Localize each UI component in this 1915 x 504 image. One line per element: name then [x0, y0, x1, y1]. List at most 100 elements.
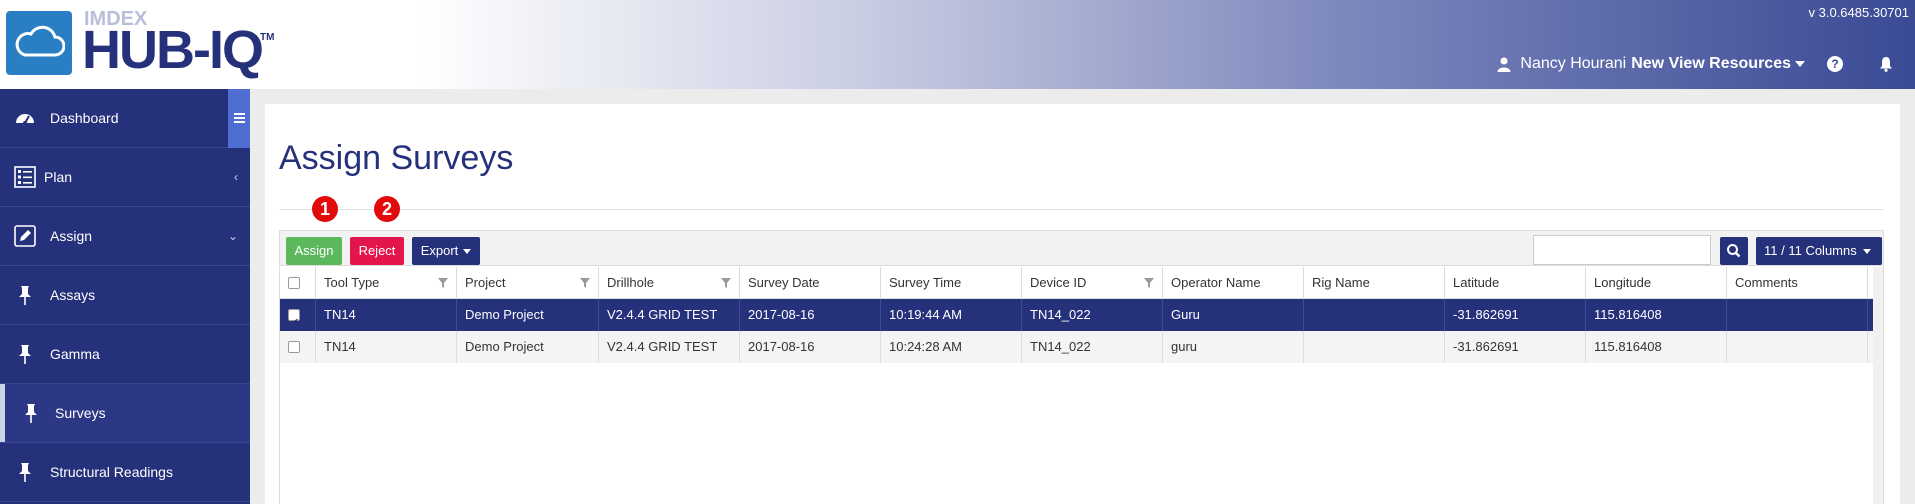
cell-survey-date: 2017-08-16 — [740, 299, 881, 331]
cell-drillhole: V2.4.4 GRID TEST — [599, 299, 740, 331]
pin-icon — [19, 463, 31, 482]
user-name[interactable]: Nancy Hourani — [1520, 55, 1626, 73]
chevron-left-icon: ‹ — [234, 170, 238, 184]
organization-dropdown[interactable]: New View Resources — [1631, 55, 1791, 73]
cell-operator-name: Guru — [1163, 299, 1304, 331]
sidebar-item-gamma[interactable]: Gamma — [0, 325, 250, 384]
export-dropdown-button[interactable]: Export — [412, 237, 480, 265]
column-header-tool-type[interactable]: Tool Type — [316, 267, 457, 298]
bell-icon[interactable] — [1879, 56, 1893, 72]
chevron-down-icon — [463, 249, 472, 255]
sidebar-item-plan[interactable]: Plan ‹ — [0, 148, 250, 207]
app-header: IMDEX HUB-IQ TM v 3.0.6485.30701 Nancy H… — [0, 0, 1915, 89]
sidebar-item-assays[interactable]: Assays — [0, 266, 250, 325]
sidebar-item-structural-readings[interactable]: Structural Readings — [0, 443, 250, 502]
reject-button[interactable]: Reject — [350, 237, 404, 265]
cell-survey-date: 2017-08-16 — [740, 331, 881, 363]
version-label: v 3.0.6485.30701 — [1808, 5, 1909, 20]
select-all-checkbox[interactable] — [288, 277, 300, 289]
columns-label: 11 / 11 Columns — [1764, 243, 1857, 258]
filter-icon[interactable] — [1144, 278, 1154, 288]
column-header-project[interactable]: Project — [457, 267, 599, 298]
sidebar-item-label: Plan — [44, 169, 73, 185]
edit-icon — [14, 225, 36, 247]
grid-scrollbar[interactable] — [1873, 267, 1883, 504]
pin-icon — [19, 345, 31, 364]
chevron-down-icon[interactable] — [1795, 61, 1805, 67]
cell-longitude: 115.816408 — [1586, 299, 1727, 331]
user-menu: Nancy Hourani New View Resources ? — [1496, 52, 1915, 76]
step-badge-1: 1 — [312, 196, 338, 222]
table-row[interactable]: TN14Demo ProjectV2.4.4 GRID TEST2017-08-… — [280, 299, 1873, 331]
sidebar-item-label: Surveys — [55, 405, 106, 421]
sidebar-item-label: Dashboard — [50, 110, 119, 126]
filter-icon[interactable] — [721, 278, 731, 288]
trademark-mark: TM — [260, 32, 275, 43]
sidebar: Dashboard Plan ‹ Assign ⌄ Assays Gamma S… — [0, 89, 250, 504]
cell-project: Demo Project — [457, 331, 599, 363]
cell-comments — [1727, 299, 1868, 331]
page-title: Assign Surveys — [279, 139, 514, 177]
column-header-survey-time[interactable]: Survey Time — [881, 267, 1022, 298]
column-header-latitude[interactable]: Latitude — [1445, 267, 1586, 298]
user-icon — [1497, 57, 1511, 72]
cell-drillhole: V2.4.4 GRID TEST — [599, 331, 740, 363]
select-all-cell — [280, 267, 316, 298]
filter-icon[interactable] — [438, 278, 448, 288]
menu-toggle-button[interactable] — [228, 89, 250, 148]
cloud-icon — [15, 25, 65, 57]
search-icon — [1727, 244, 1741, 258]
column-header-device-id[interactable]: Device ID — [1022, 267, 1163, 298]
columns-dropdown-button[interactable]: 11 / 11 Columns — [1756, 237, 1882, 265]
search-input[interactable] — [1533, 235, 1711, 265]
surveys-grid: Tool Type Project Drillhole Survey Date Surv… — [279, 267, 1884, 504]
cell-longitude: 115.816408 — [1586, 331, 1727, 363]
column-header-comments[interactable]: Comments — [1727, 267, 1868, 298]
list-icon — [14, 166, 36, 188]
chevron-down-icon: ⌄ — [227, 229, 238, 243]
sidebar-item-dashboard[interactable]: Dashboard — [0, 89, 250, 148]
search-button[interactable] — [1720, 237, 1748, 265]
sidebar-item-label: Gamma — [50, 346, 100, 362]
select-cell — [280, 299, 316, 331]
export-label: Export — [420, 243, 459, 258]
table-header-row: Tool Type Project Drillhole Survey Date Surv… — [280, 267, 1873, 299]
sidebar-item-assign[interactable]: Assign ⌄ — [0, 207, 250, 266]
column-header-operator-name[interactable]: Operator Name — [1163, 267, 1304, 298]
brand-logo-text: HUB-IQ — [82, 20, 264, 80]
cell-latitude: -31.862691 — [1445, 299, 1586, 331]
cell-tool-type: TN14 — [316, 331, 457, 363]
row-checkbox[interactable] — [288, 341, 300, 353]
sidebar-item-surveys[interactable]: Surveys — [0, 384, 250, 443]
chevron-down-icon — [1862, 249, 1871, 255]
select-cell — [280, 331, 316, 363]
cell-device-id: TN14_022 — [1022, 299, 1163, 331]
help-icon[interactable]: ? — [1827, 56, 1843, 72]
cell-operator-name: guru — [1163, 331, 1304, 363]
cell-device-id: TN14_022 — [1022, 331, 1163, 363]
assign-button[interactable]: Assign — [286, 237, 342, 265]
main-panel: Assign Surveys 1 2 Assign Reject Export … — [265, 104, 1900, 504]
filter-icon[interactable] — [580, 278, 590, 288]
grid-toolbar: Assign Reject Export 11 / 11 Columns — [279, 230, 1884, 266]
sidebar-item-label: Assays — [50, 287, 96, 303]
column-header-survey-date[interactable]: Survey Date — [740, 267, 881, 298]
cell-survey-time: 10:19:44 AM — [881, 299, 1022, 331]
sidebar-item-label: Assign — [50, 228, 93, 244]
table-row[interactable]: TN14Demo ProjectV2.4.4 GRID TEST2017-08-… — [280, 331, 1873, 363]
pin-icon — [19, 286, 31, 305]
cell-comments — [1727, 331, 1868, 363]
cloud-logo-icon[interactable] — [6, 11, 72, 75]
cell-rig-name — [1304, 331, 1445, 363]
cell-rig-name — [1304, 299, 1445, 331]
column-header-drillhole[interactable]: Drillhole — [599, 267, 740, 298]
step-badge-2: 2 — [374, 196, 400, 222]
column-header-longitude[interactable]: Longitude — [1586, 267, 1727, 298]
row-checkbox[interactable] — [288, 307, 300, 331]
pin-icon — [25, 404, 37, 423]
title-divider — [279, 209, 1884, 210]
sidebar-item-label: Structural Readings — [50, 464, 173, 480]
cell-tool-type: TN14 — [316, 299, 457, 331]
cell-survey-time: 10:24:28 AM — [881, 331, 1022, 363]
column-header-rig-name[interactable]: Rig Name — [1304, 267, 1445, 298]
